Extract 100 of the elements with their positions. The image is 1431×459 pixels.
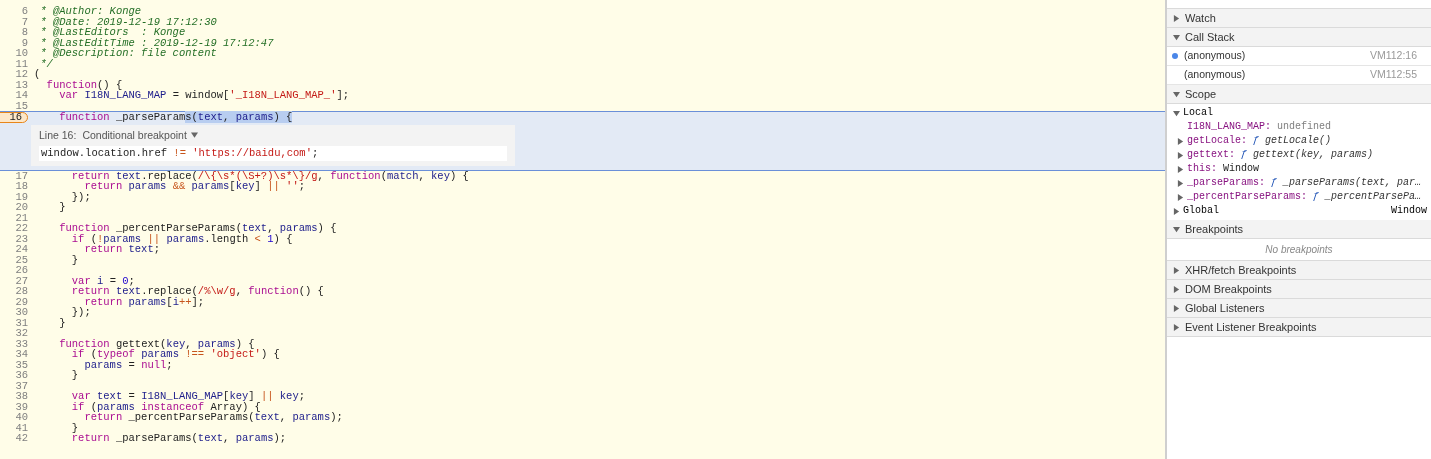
collapse-triangle-icon[interactable] (1173, 90, 1180, 98)
code-line: if (!params || params.length < 1) { (70, 233, 293, 244)
line-number: 26 (15, 265, 28, 276)
code-line: params = null; (83, 359, 173, 370)
code-line: }); (70, 307, 91, 318)
expand-triangle-icon[interactable] (1177, 179, 1184, 187)
code-line: return text.replace(/%\w/g, function() { (70, 286, 324, 297)
code-line: return _parseParams(text, params); (70, 433, 287, 444)
line-number: 24 (15, 244, 28, 255)
line-number: 14 (15, 90, 28, 101)
line-number: 36 (15, 370, 28, 381)
call-frame[interactable]: (anonymous) VM112:16 (1167, 47, 1431, 66)
line-number: 22 (15, 223, 28, 234)
code-line: * @LastEditTime : 2019-12-19 17:12:47 (39, 37, 274, 48)
section-header[interactable]: Event Listener Breakpoints (1167, 318, 1431, 337)
line-number: 12 (15, 69, 28, 80)
code-line: function gettext(key, params) { (58, 338, 255, 349)
line-number: 38 (15, 391, 28, 402)
line-number: 21 (15, 212, 28, 223)
code-line: var text = I18N_LANG_MAP[key] || key; (70, 391, 306, 402)
scope-variable[interactable]: _percentParseParams: ƒ _percentParsePa… (1167, 190, 1431, 204)
section-header[interactable]: XHR/fetch Breakpoints (1167, 261, 1431, 280)
section-header[interactable]: Scope (1167, 85, 1431, 104)
collapse-triangle-icon[interactable] (1173, 109, 1180, 117)
section-header[interactable]: Watch (1167, 9, 1431, 28)
section-header[interactable]: Breakpoints (1167, 220, 1431, 239)
expand-triangle-icon[interactable] (1173, 285, 1180, 293)
code-line: * @Author: Konge (39, 6, 142, 17)
expand-triangle-icon[interactable] (1177, 165, 1184, 173)
code-line: return text.replace(/\{\s*(\S+?)\s*\}/g, function(match, key) { (70, 170, 469, 181)
collapse-triangle-icon[interactable] (1173, 225, 1180, 233)
expand-triangle-icon[interactable] (1177, 151, 1184, 159)
line-label: Line 16: (39, 129, 77, 140)
empty-message: No breakpoints (1265, 243, 1333, 257)
expand-triangle-icon[interactable] (1173, 266, 1180, 274)
scope-variable[interactable]: gettext: ƒ gettext(key, params) (1167, 148, 1431, 162)
scope-variable[interactable]: _parseParams: ƒ _parseParams(text, par… (1167, 176, 1431, 190)
line-number: 33 (15, 338, 28, 349)
code-line: * @Description: file content (39, 48, 217, 59)
line-number: 35 (15, 359, 28, 370)
line-number: 25 (15, 254, 28, 265)
scope-variable[interactable]: this: Window (1167, 162, 1431, 176)
condition-input-field[interactable]: window.location.href != 'https://baidu,com'; (39, 146, 507, 161)
line-number: 32 (15, 328, 28, 339)
code-line: return text; (83, 244, 161, 255)
section-header[interactable]: DOM Breakpoints (1167, 280, 1431, 299)
collapse-triangle-icon[interactable] (1173, 33, 1180, 41)
code-line: function _percentParseParams(text, params) { (58, 223, 337, 234)
line-number: 30 (15, 307, 28, 318)
scope-variable[interactable]: I18N_LANG_MAP: undefined (1167, 120, 1431, 134)
line-number: 28 (15, 286, 28, 297)
expand-triangle-icon[interactable] (1173, 14, 1180, 22)
scope-row[interactable]: Global Window (1167, 204, 1431, 218)
code-line: var I18N_LANG_MAP = window['_I18N_LANG_MAP_']; (58, 90, 350, 101)
code-line: * @LastEditors : Konge (39, 27, 186, 38)
section-header[interactable]: Call Stack (1167, 28, 1431, 47)
line-number: 27 (15, 275, 28, 286)
code-line: function _parseParams(text, params) { (58, 112, 293, 123)
expand-triangle-icon[interactable] (1173, 304, 1180, 312)
line-number: 8 (21, 27, 28, 38)
section-header[interactable]: Global Listeners (1167, 299, 1431, 318)
code-line: }); (70, 191, 91, 202)
code-line: if (typeof params !== 'object') { (70, 349, 280, 360)
line-number: 39 (15, 401, 28, 412)
code-line: function() { (45, 79, 123, 90)
code-line: var i = 0; (70, 275, 135, 286)
line-number: 42 (15, 433, 28, 444)
code-line: if (params instanceof Array) { (70, 401, 261, 412)
line-number: 9 (21, 37, 28, 48)
code-line: } (58, 202, 66, 213)
line-number: 41 (15, 422, 28, 433)
breakpoint-type-dropdown[interactable]: Conditional breakpoint (82, 129, 198, 140)
line-number: 31 (15, 317, 28, 328)
scope-row[interactable]: Local (1167, 106, 1431, 120)
line-number: 7 (21, 16, 28, 27)
code-line: return params[i++]; (84, 296, 205, 307)
line-number: 29 (15, 296, 28, 307)
expand-triangle-icon[interactable] (1173, 207, 1180, 215)
expand-triangle-icon[interactable] (1177, 193, 1184, 201)
breakpoint-marker[interactable]: 16 (0, 112, 28, 123)
line-number: 13 (15, 79, 28, 90)
line-number: 11 (15, 58, 28, 69)
line-number: 6 (21, 6, 28, 17)
code-line: * @Date: 2019-12-19 17:12:30 (39, 16, 217, 27)
line-number: 20 (15, 202, 28, 213)
line-number: 34 (15, 349, 28, 360)
code-line: */ (39, 58, 53, 69)
code-line: ( (33, 69, 41, 80)
line-number: 23 (15, 233, 28, 244)
line-number: 15 (15, 100, 28, 111)
line-number: 37 (15, 380, 28, 391)
expand-triangle-icon[interactable] (1173, 323, 1180, 331)
code-line: } (70, 370, 79, 381)
expand-triangle-icon[interactable] (1177, 137, 1184, 145)
line-number: 40 (15, 412, 28, 423)
code-line: return _percentParseParams(text, params); (83, 412, 343, 423)
code-line: } (70, 422, 79, 433)
scope-variable[interactable]: getLocale: ƒ getLocale() (1167, 134, 1431, 148)
line-number: 10 (15, 48, 28, 59)
line-number: 17 (15, 170, 28, 181)
